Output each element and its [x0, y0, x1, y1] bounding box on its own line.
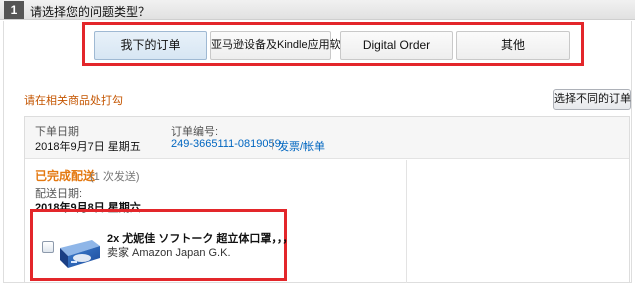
item-checkbox[interactable]	[42, 241, 54, 253]
select-different-order-button[interactable]: 选择不同的订单	[553, 89, 631, 110]
order-number-link[interactable]: 249-3665111-0819059	[171, 138, 281, 150]
step-title: 请选择您的问题类型？	[30, 5, 151, 19]
select-item-hint: 请在相关商品处打勾	[24, 95, 123, 107]
step-header: 1 请选择您的问题类型？	[0, 0, 635, 20]
header-separator: |	[271, 138, 274, 150]
shipment-count: (1 次发送)	[90, 171, 140, 183]
tab-amazon-devices-kindle[interactable]: 亚马逊设备及Kindle应用软件	[210, 31, 352, 60]
tab-my-orders[interactable]: 我下的订单	[94, 31, 207, 60]
step-number: 1	[4, 1, 24, 19]
order-date-value: 2018年9月7日 星期五	[35, 141, 141, 153]
order-date-label: 下单日期	[35, 126, 79, 138]
order-header: 下单日期 2018年9月7日 星期五 订单编号: 249-3665111-081…	[25, 117, 629, 159]
invoice-link[interactable]: 发票/帐单	[278, 138, 325, 154]
product-seller: 卖家 Amazon Japan G.K.	[107, 247, 231, 259]
tab-other[interactable]: 其他	[456, 31, 570, 60]
mask-box-icon	[60, 240, 100, 268]
product-image	[58, 228, 102, 272]
tab-digital-order[interactable]: Digital Order	[340, 31, 453, 60]
column-divider	[406, 160, 407, 283]
order-number-label: 订单编号:	[171, 126, 219, 138]
delivery-status: 已完成配送	[35, 169, 96, 183]
